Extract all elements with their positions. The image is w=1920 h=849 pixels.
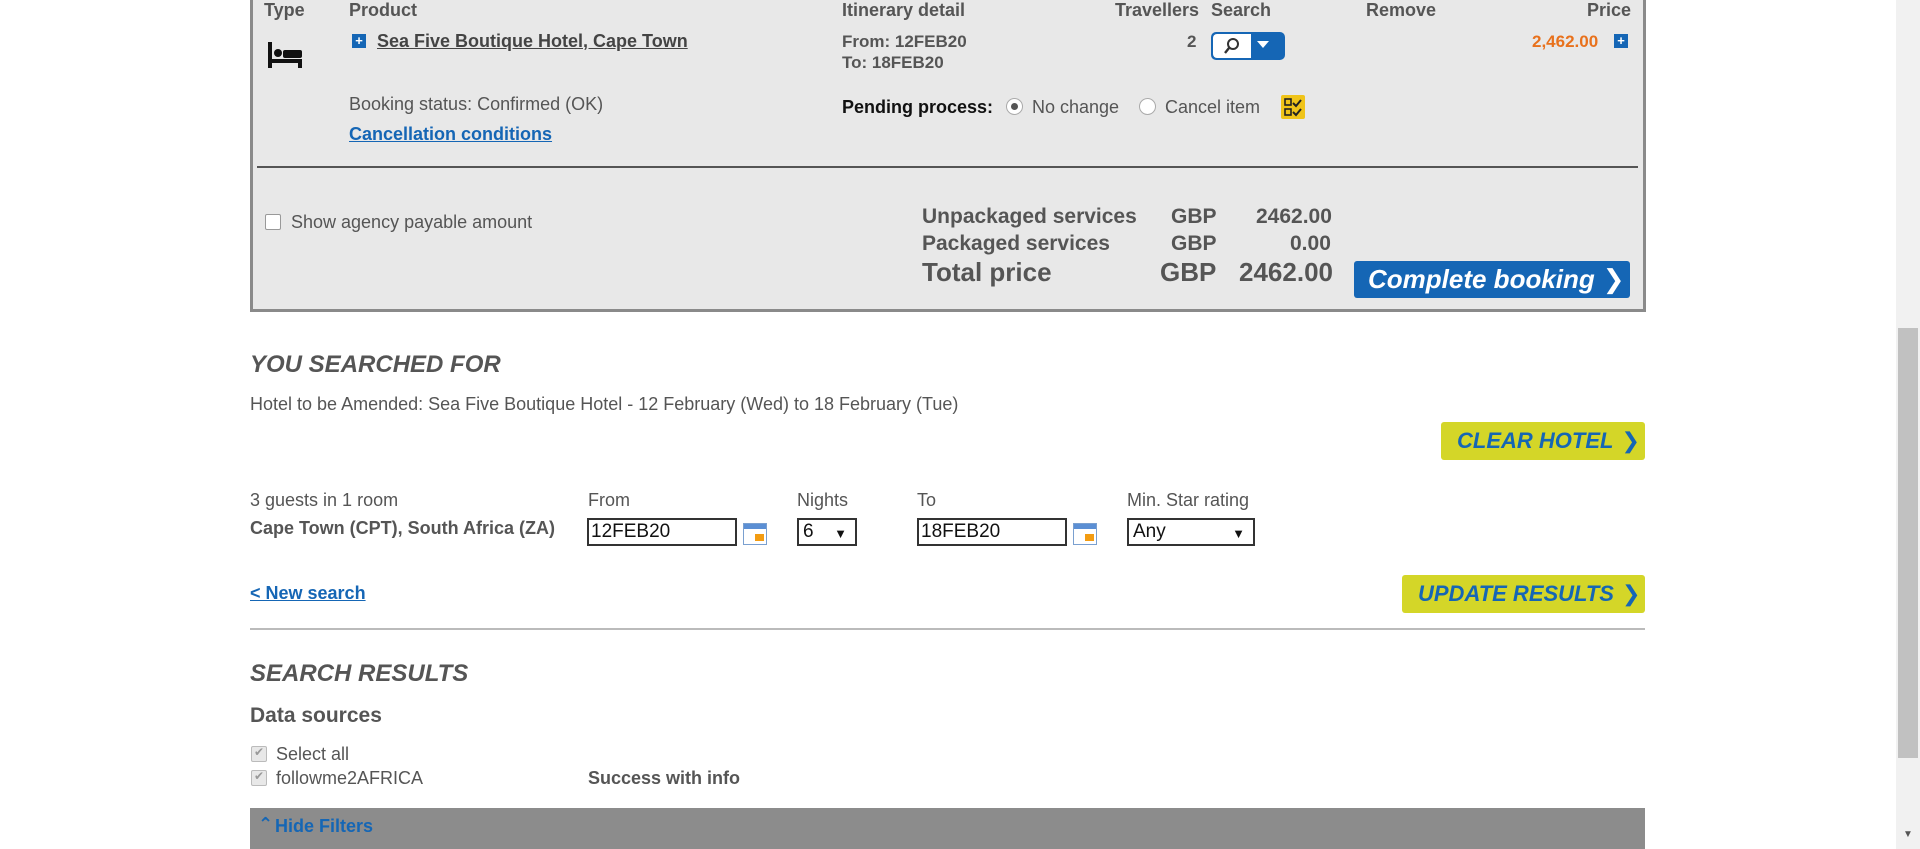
- star-rating-select[interactable]: Any ▼: [1127, 518, 1255, 546]
- star-rating-label: Min. Star rating: [1127, 490, 1250, 510]
- itinerary-to: To: 18FEB20: [842, 53, 944, 72]
- clear-hotel-button[interactable]: CLEAR HOTEL ❯: [1441, 422, 1645, 460]
- update-results-button[interactable]: UPDATE RESULTS ❯: [1402, 575, 1645, 613]
- show-agency-label: Show agency payable amount: [291, 212, 533, 232]
- update-results-label: UPDATE RESULTS: [1418, 581, 1614, 606]
- cancellation-conditions-link[interactable]: Cancellation conditions: [349, 124, 552, 145]
- clear-hotel-label: CLEAR HOTEL: [1457, 428, 1614, 453]
- search-results-title: SEARCH RESULTS: [250, 660, 469, 687]
- item-price: 2,462.00: [1532, 32, 1599, 51]
- expand-plus-icon[interactable]: +: [352, 34, 366, 48]
- total-amount: 2462.00: [1239, 257, 1333, 287]
- booking-status: Booking status: Confirmed (OK): [349, 94, 604, 114]
- itinerary-from: From: 12FEB20: [842, 32, 967, 51]
- source-status: Success with info: [588, 768, 741, 788]
- complete-booking-label: Complete booking: [1368, 264, 1595, 294]
- nights-value: 6: [803, 521, 814, 542]
- chevron-down-icon: [1257, 41, 1269, 48]
- unpackaged-currency: GBP: [1171, 205, 1217, 228]
- radio-no-change[interactable]: [1006, 98, 1023, 115]
- header-type: Type: [264, 0, 305, 20]
- caret-down-icon: ▼: [1232, 526, 1245, 541]
- header-search: Search: [1211, 0, 1272, 20]
- header-price: Price: [1587, 0, 1632, 20]
- chevron-right-icon: ❯: [1602, 264, 1625, 294]
- scrollbar-thumb[interactable]: [1898, 328, 1918, 758]
- show-agency-checkbox[interactable]: [265, 214, 281, 230]
- chevron-up-icon[interactable]: ⌃: [258, 814, 273, 835]
- hide-filters-link[interactable]: Hide Filters: [275, 816, 373, 837]
- source-name: followme2AFRICA: [276, 768, 424, 788]
- scroll-down-arrow-icon[interactable]: ▼: [1903, 829, 1913, 840]
- magnifier-icon: [1213, 34, 1251, 58]
- caret-down-icon: ▼: [834, 526, 847, 541]
- total-currency: GBP: [1160, 257, 1217, 287]
- section-divider: [250, 628, 1645, 630]
- from-label: From: [588, 490, 630, 510]
- data-sources-title: Data sources: [250, 704, 382, 727]
- unpackaged-amount: 2462.00: [1256, 205, 1332, 228]
- unpackaged-label: Unpackaged services: [922, 205, 1137, 228]
- header-itinerary: Itinerary detail: [842, 0, 966, 20]
- packaged-amount: 0.00: [1290, 232, 1331, 255]
- chevron-right-icon: ❯: [1621, 428, 1640, 453]
- bed-icon: [268, 42, 302, 68]
- source-checkbox[interactable]: [251, 769, 267, 786]
- divider: [257, 166, 1638, 168]
- searched-summary: Hotel to be Amended: Sea Five Boutique H…: [250, 394, 959, 414]
- price-plus-icon[interactable]: +: [1614, 34, 1628, 48]
- packaged-currency: GBP: [1171, 232, 1217, 255]
- hotel-name-link[interactable]: Sea Five Boutique Hotel, Cape Town: [377, 31, 688, 52]
- from-date-input[interactable]: 12FEB20: [587, 518, 737, 546]
- select-all-checkbox[interactable]: [251, 745, 267, 762]
- guests-text: 3 guests in 1 room: [250, 490, 399, 510]
- star-rating-value: Any: [1133, 521, 1166, 542]
- radio-cancel-item[interactable]: [1139, 98, 1156, 115]
- chevron-right-icon: ❯: [1621, 581, 1641, 606]
- header-travellers: Travellers: [1115, 0, 1200, 20]
- complete-booking-button[interactable]: Complete booking ❯: [1354, 261, 1630, 298]
- select-all-label: Select all: [276, 744, 350, 764]
- nights-label: Nights: [797, 490, 849, 510]
- to-label: To: [917, 490, 937, 510]
- calendar-icon[interactable]: [1073, 523, 1097, 545]
- total-label: Total price: [922, 257, 1052, 287]
- filters-bar: [250, 808, 1645, 849]
- searched-title: YOU SEARCHED FOR: [250, 351, 501, 378]
- no-change-label: No change: [1032, 97, 1120, 117]
- location-text: Cape Town (CPT), South Africa (ZA): [250, 518, 555, 538]
- search-dropdown-button[interactable]: [1211, 32, 1285, 60]
- travellers-count: 2: [1187, 32, 1197, 51]
- new-search-link[interactable]: < New search: [250, 583, 366, 604]
- header-product: Product: [349, 0, 418, 20]
- nights-select[interactable]: 6 ▼: [797, 518, 857, 546]
- header-remove: Remove: [1366, 0, 1437, 20]
- calendar-icon[interactable]: [743, 523, 767, 545]
- pending-process-label: Pending process:: [842, 97, 994, 117]
- to-date-input[interactable]: 18FEB20: [917, 518, 1067, 546]
- cancel-item-label: Cancel item: [1165, 97, 1261, 117]
- checklist-icon[interactable]: [1281, 95, 1305, 119]
- packaged-label: Packaged services: [922, 232, 1110, 255]
